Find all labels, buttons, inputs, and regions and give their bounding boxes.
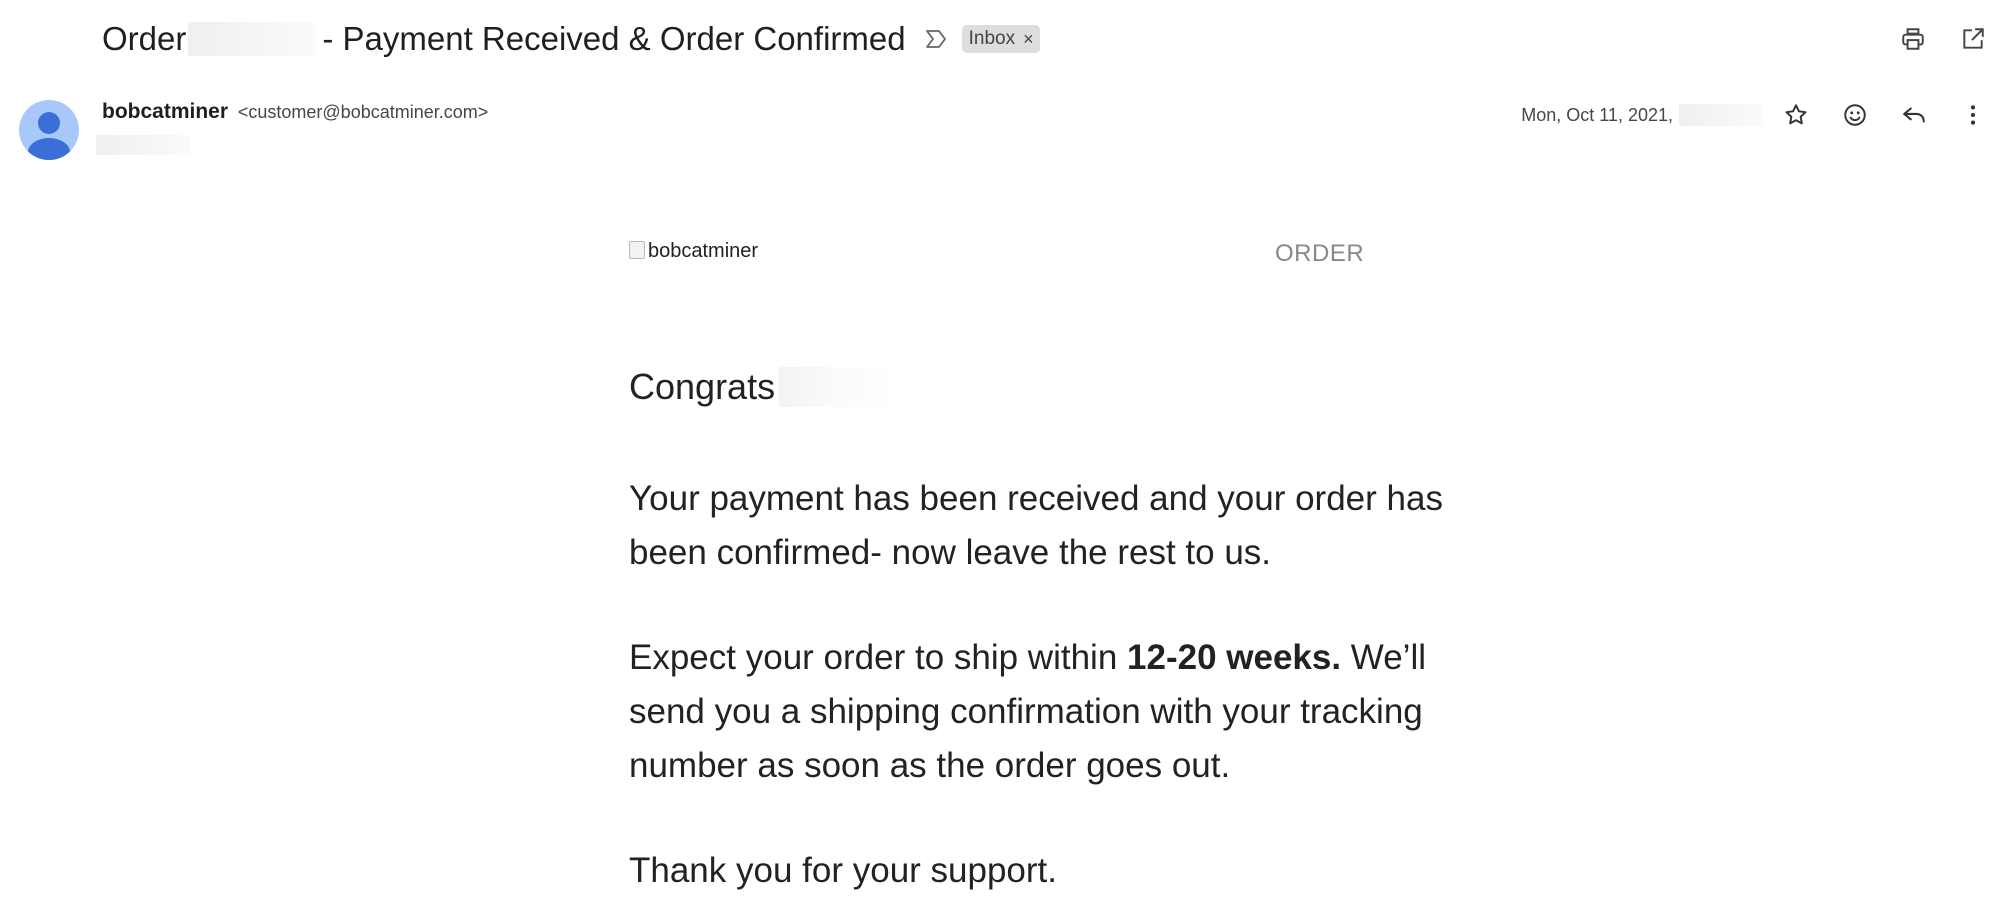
label-important-icon[interactable]	[924, 26, 950, 52]
email-subject: Order - Payment Received & Order Confirm…	[102, 20, 906, 58]
redacted-time	[1679, 104, 1763, 126]
logo-alt-text: bobcatminer	[648, 240, 759, 262]
email-view: Order - Payment Received & Order Confirm…	[0, 0, 2000, 905]
brand-row: bobcatminer ORDER	[629, 230, 1449, 280]
redacted-order-number	[188, 22, 317, 56]
sender-email: <customer@bobcatminer.com>	[237, 102, 489, 122]
sender-name[interactable]: bobcatminer	[102, 100, 228, 123]
message-date: Mon, Oct 11, 2021,	[1521, 104, 1673, 125]
shipping-paragraph: Expect your order to ship within 12-20 w…	[629, 631, 1449, 793]
open-in-new-window-icon[interactable]	[1954, 20, 1992, 58]
inbox-label-chip: Inbox ×	[961, 25, 1040, 53]
remove-label-button[interactable]: ×	[1023, 29, 1034, 50]
brand-logo: bobcatminer	[629, 240, 758, 263]
greeting-text: Congrats	[629, 366, 776, 407]
inbox-label-text: Inbox	[968, 28, 1016, 49]
email-body: bobcatminer ORDER Congrats Your payment …	[629, 230, 1449, 890]
redacted-customer-name	[779, 367, 898, 407]
broken-image-icon	[629, 240, 645, 259]
message-meta: Mon, Oct 11, 2021,	[1521, 96, 1992, 134]
redacted-recipient	[96, 135, 190, 155]
print-icon[interactable]	[1894, 20, 1932, 58]
reply-icon[interactable]	[1895, 96, 1933, 134]
message-actions	[1777, 96, 1992, 134]
sender-avatar[interactable]	[19, 100, 79, 160]
subject-prefix: Order	[102, 20, 187, 57]
person-icon	[28, 112, 70, 160]
more-vert-icon[interactable]	[1954, 96, 1992, 134]
shipping-text-before: Expect your order to ship within	[629, 638, 1128, 677]
add-reaction-icon[interactable]	[1836, 96, 1874, 134]
greeting: Congrats	[629, 366, 898, 408]
top-actions	[1894, 20, 1992, 58]
star-icon[interactable]	[1777, 96, 1815, 134]
payment-confirmation-paragraph: Your payment has been received and your …	[629, 479, 1443, 572]
order-label: ORDER	[1275, 240, 1365, 267]
subject-suffix: - Payment Received & Order Confirmed	[322, 20, 906, 57]
subject-row: Order - Payment Received & Order Confirm…	[102, 14, 1040, 64]
sender-line: bobcatminer <customer@bobcatminer.com>	[102, 100, 488, 124]
thank-you-paragraph: Thank you for your support.	[629, 851, 1057, 890]
shipping-timeframe: 12-20 weeks.	[1127, 638, 1342, 677]
